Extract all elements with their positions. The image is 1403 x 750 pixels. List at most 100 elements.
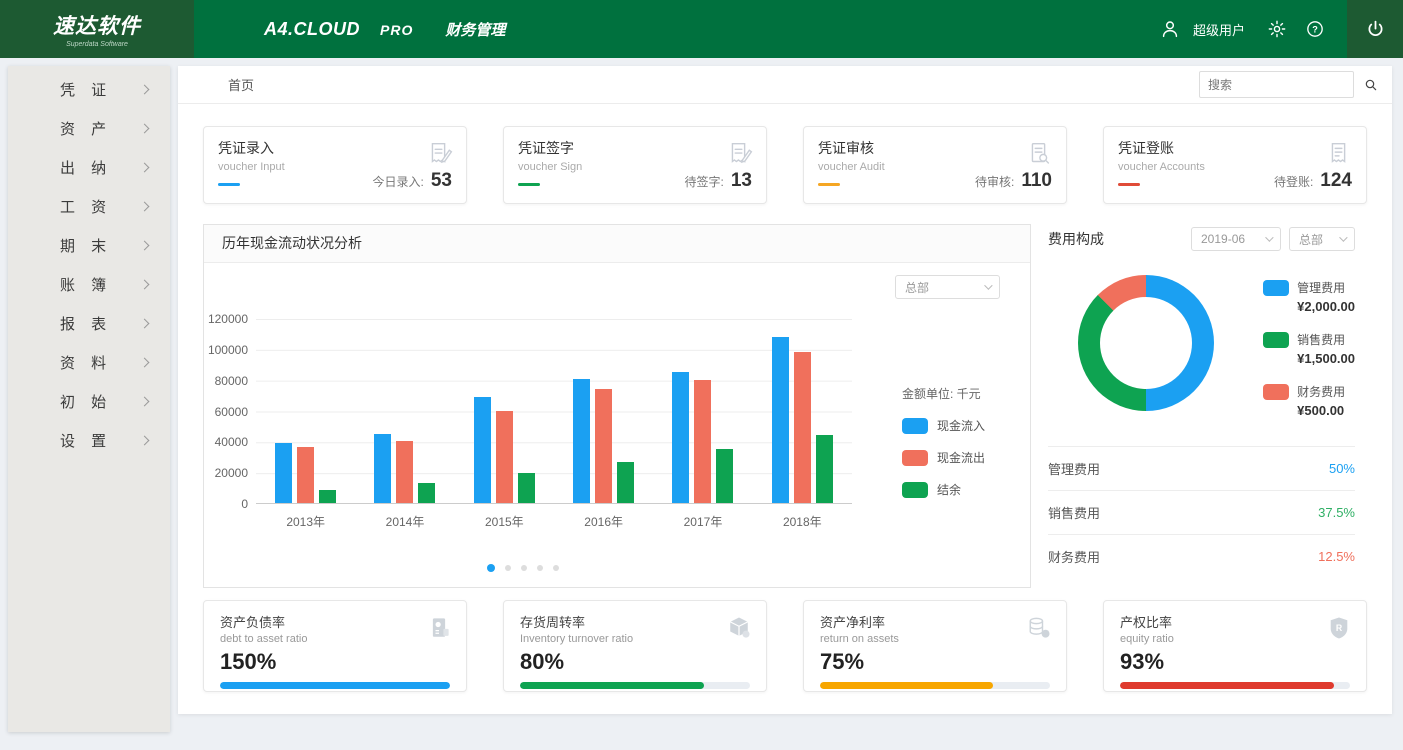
search-icon[interactable]	[1363, 77, 1379, 93]
sidebar-item-label: 设 置	[60, 430, 106, 451]
carousel-dot[interactable]	[487, 564, 495, 572]
card-title: 凭证录入	[218, 138, 452, 158]
voucher-audit-card[interactable]: 凭证审核 voucher Audit 待审核: 110	[803, 126, 1067, 204]
bar	[518, 473, 535, 503]
stat-label: 待签字:	[685, 173, 724, 190]
ratio-title: 资产净利率	[820, 612, 1050, 631]
card-title: 凭证审核	[818, 138, 1052, 158]
plot-area	[256, 319, 852, 504]
x-axis-label: 2013年	[256, 504, 355, 530]
carousel-dot[interactable]	[537, 565, 543, 571]
bar-chart-legend: 金额单位: 千元 现金流入现金流出结余	[902, 385, 1006, 498]
debt-to-asset-card[interactable]: 资产负债率 debt to asset ratio 150%	[203, 600, 467, 692]
sidebar-item[interactable]: 凭 证	[8, 70, 170, 109]
help-icon[interactable]: ?	[1305, 19, 1325, 39]
bar	[474, 397, 491, 503]
voucher-stat-row: 凭证录入 voucher Input 今日录入: 53 凭证签字 voucher…	[203, 126, 1367, 204]
ratio-subtitle: return on assets	[820, 633, 1050, 645]
bar	[496, 411, 513, 504]
carousel-dot[interactable]	[505, 565, 511, 571]
expense-branch-select[interactable]: 总部	[1289, 227, 1355, 251]
logo-subtitle: Superdata Software	[66, 41, 128, 48]
app-header: 速达软件 Superdata Software A4.CLOUD PRO 财务管…	[0, 0, 1403, 58]
bar-groups	[256, 319, 852, 503]
inventory-turnover-card[interactable]: 存货周转率 Inventory turnover ratio 80%	[503, 600, 767, 692]
donut-legend-item[interactable]: 销售费用¥1,500.00	[1263, 331, 1355, 366]
y-axis-tick: 100000	[208, 343, 248, 357]
month-select[interactable]: 2019-06	[1191, 227, 1281, 251]
sidebar-item[interactable]: 出 纳	[8, 148, 170, 187]
x-axis-label: 2014年	[355, 504, 454, 530]
coins-icon: ¥	[1025, 614, 1053, 647]
user-icon[interactable]	[1159, 18, 1181, 40]
power-button[interactable]	[1347, 0, 1403, 58]
legend-swatch	[902, 482, 928, 498]
bar	[617, 462, 634, 503]
sidebar-item[interactable]: 资 产	[8, 109, 170, 148]
sidebar-item-label: 初 始	[60, 391, 106, 412]
sidebar-item[interactable]: 初 始	[8, 382, 170, 421]
y-axis-tick: 20000	[215, 466, 248, 480]
voucher-sign-card[interactable]: 凭证签字 voucher Sign 待签字: 13	[503, 126, 767, 204]
ratio-subtitle: equity ratio	[1120, 633, 1350, 645]
legend-item[interactable]: 结余	[902, 481, 1006, 498]
stat-label: 待审核:	[975, 173, 1014, 190]
chevron-right-icon	[140, 202, 150, 212]
sidebar-item[interactable]: 设 置	[8, 421, 170, 460]
search-input[interactable]	[1208, 78, 1363, 92]
ratio-card-row: 资产负债率 debt to asset ratio 150% 存货周转率 Inv…	[203, 600, 1367, 692]
return-on-assets-card[interactable]: 资产净利率 return on assets 75% ¥	[803, 600, 1067, 692]
y-axis-tick: 80000	[215, 374, 248, 388]
branch-select[interactable]: 总部	[895, 275, 1000, 299]
username[interactable]: 超级用户	[1193, 20, 1245, 39]
product-name: A4.CLOUD	[264, 19, 360, 40]
voucher-accounts-icon	[1324, 139, 1354, 174]
accent-dash	[218, 183, 240, 186]
voucher-accounts-card[interactable]: 凭证登账 voucher Accounts 待登账: 124	[1103, 126, 1367, 204]
progress-track	[520, 682, 750, 689]
product-edition: PRO	[380, 22, 413, 38]
bar	[595, 389, 612, 503]
carousel-dot[interactable]	[521, 565, 527, 571]
cash-flow-title: 历年现金流动状况分析	[204, 225, 1030, 263]
bar	[297, 447, 314, 503]
donut-legend-item[interactable]: 管理费用¥2,000.00	[1263, 279, 1355, 314]
legend-swatch	[1263, 384, 1289, 400]
sidebar-item[interactable]: 期 末	[8, 226, 170, 265]
sidebar-item[interactable]: 账 簿	[8, 265, 170, 304]
gear-icon[interactable]	[1267, 19, 1287, 39]
bar-group	[554, 379, 653, 503]
y-axis-tick: 60000	[215, 405, 248, 419]
sidebar-item[interactable]: 报 表	[8, 304, 170, 343]
progress-fill	[820, 682, 993, 689]
legend-swatch	[902, 450, 928, 466]
bar	[816, 435, 833, 503]
carousel-dot[interactable]	[553, 565, 559, 571]
legend-item[interactable]: 现金流入	[902, 417, 1006, 434]
donut-legend-item[interactable]: 财务费用¥500.00	[1263, 383, 1355, 418]
bar-group	[753, 337, 852, 504]
bar	[418, 483, 435, 503]
logo-title: 速达软件	[53, 10, 141, 40]
voucher-audit-icon	[1024, 139, 1054, 174]
middle-row: 历年现金流动状况分析 总部 02000040000600008000010000…	[203, 224, 1367, 588]
ratio-percent: 80%	[520, 649, 750, 675]
donut-legend: 管理费用¥2,000.00 销售费用¥1,500.00 财务费用¥500.00	[1263, 279, 1355, 435]
ratio-title: 产权比率	[1120, 612, 1350, 631]
donut-chart	[1078, 275, 1214, 411]
breadcrumb-home[interactable]: 首页	[228, 75, 254, 94]
bar-group	[355, 434, 454, 503]
equity-ratio-card[interactable]: 产权比率 equity ratio 93% R	[1103, 600, 1367, 692]
sidebar-item[interactable]: 资 料	[8, 343, 170, 382]
expense-title: 费用构成	[1048, 229, 1104, 249]
expense-row-label: 管理费用	[1048, 459, 1100, 478]
sidebar-item[interactable]: 工 资	[8, 187, 170, 226]
legend-item[interactable]: 现金流出	[902, 449, 1006, 466]
expense-row-percent: 12.5%	[1318, 549, 1355, 564]
donut-legend-row: 管理费用	[1263, 279, 1355, 296]
chevron-right-icon	[140, 241, 150, 251]
expense-row: 管理费用50%	[1048, 446, 1355, 490]
accent-dash	[818, 183, 840, 186]
voucher-input-card[interactable]: 凭证录入 voucher Input 今日录入: 53	[203, 126, 467, 204]
chevron-right-icon	[140, 163, 150, 173]
